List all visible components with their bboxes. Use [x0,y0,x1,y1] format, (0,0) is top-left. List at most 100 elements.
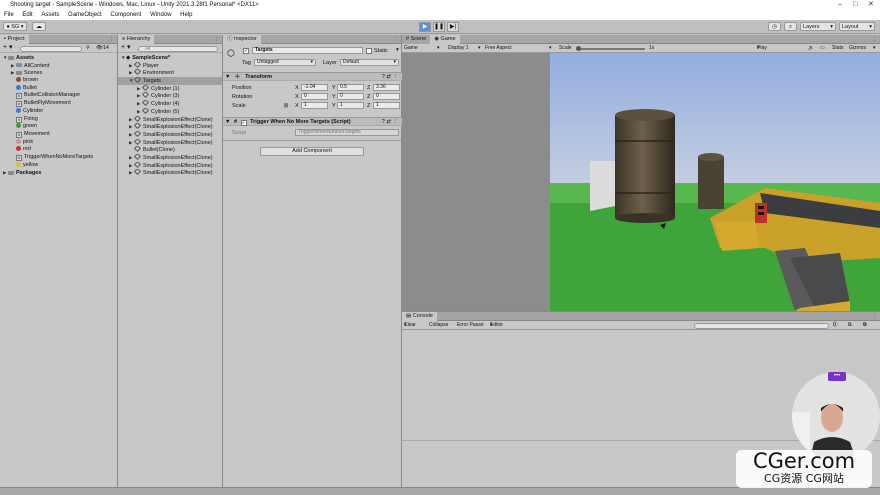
hierarchy-item[interactable]: ▶ SmallExplosionEffect(Clone) [118,130,222,139]
play-button[interactable]: ▶ [419,22,431,32]
hierarchy-item[interactable]: ▶ Cylinder (4) [118,100,222,108]
caret-right-icon[interactable]: ▶ [137,108,142,116]
hierarchy-item[interactable]: ▶ SmallExplosionEffect(Clone) [118,169,222,177]
hierarchy-item[interactable]: Bullet(Clone) [118,146,222,154]
project-item[interactable]: ▶ Packages [0,169,117,177]
hierarchy-item[interactable]: ▶ Environment [118,69,222,77]
clear-button[interactable]: Clear ▾ [404,321,416,330]
maximize-icon[interactable]: □ [853,0,857,10]
menu-gameobject[interactable]: GameObject [68,12,102,18]
rotation-x-field[interactable]: 0 [301,93,328,100]
project-item[interactable]: # Movement [0,131,117,139]
caret-right-icon[interactable]: ▶ [129,131,134,139]
history-button[interactable]: ◷ [768,22,781,31]
caret-right-icon[interactable]: ▶ [129,62,134,70]
project-item[interactable]: ▼ Assets [0,54,117,62]
active-checkbox[interactable]: ✓ [243,48,249,54]
gizmos-button[interactable]: Gizmos [849,44,866,53]
menu-assets[interactable]: Assets [41,12,59,18]
component-menu-icon[interactable]: ? ⇄ ⋮ [382,73,398,81]
caret-down-icon[interactable]: ▼ [129,77,134,85]
scale-x-field[interactable]: 1 [301,102,328,109]
project-item[interactable]: # BulletCollisionManager [0,92,117,100]
minimize-icon[interactable]: – [838,0,842,10]
project-search-input[interactable] [20,45,82,52]
account-button[interactable]: ● SG ▾ [3,22,27,31]
hierarchy-item[interactable]: ▶ Cylinder (3) [118,92,222,100]
project-item[interactable]: pink [0,138,117,147]
tab-project[interactable]: ▪ Project [0,35,29,44]
console-search-input[interactable] [694,322,829,329]
link-icon[interactable]: ⛓ [283,103,289,109]
play-focused-dropdown[interactable]: Play Focused ▾ [757,44,776,60]
project-item[interactable]: Cylinder [0,107,117,116]
mute-icon[interactable]: 🔈 [808,44,814,53]
project-item[interactable]: yellow [0,161,117,170]
caret-right-icon[interactable]: ▶ [129,116,134,124]
panel-menu-icon[interactable]: ⋮ [872,35,877,44]
position-x-field[interactable]: -1.04 [301,84,328,91]
rotation-z-field[interactable]: 0 [373,93,400,100]
scale-z-field[interactable]: 1 [373,102,400,109]
layout-dropdown[interactable]: Layout ▾ [839,22,875,31]
menu-component[interactable]: Component [110,12,141,18]
position-z-field[interactable]: 3.36 [373,84,400,91]
tab-hierarchy[interactable]: ≡ Hierarchy [118,35,155,44]
chevron-down-icon[interactable]: ▾ [396,47,399,53]
caret-right-icon[interactable]: ▶ [129,139,134,147]
hierarchy-item[interactable]: ▶ Cylinder (5) [118,107,222,116]
stats-button[interactable]: Stats [832,44,843,53]
cloud-button[interactable]: ☁ [32,22,46,31]
static-checkbox[interactable] [366,48,372,54]
transform-header[interactable]: ▼ ⊹ Transform ? ⇄ ⋮ [223,72,402,81]
hidden-count[interactable]: 👁⁄14 [96,44,109,53]
script-component-header[interactable]: ▼ # ✓ Trigger When No More Targets (Scri… [223,117,402,126]
game-view[interactable] [550,53,880,311]
project-item[interactable]: brown [0,77,117,85]
ui-icon[interactable]: ▭ [820,44,825,53]
hierarchy-item[interactable]: ▼ Targets [118,77,222,85]
hierarchy-item[interactable]: ▶ SmallExplosionEffect(Clone) [118,161,222,170]
project-item[interactable]: ▶ Scenes [0,69,117,77]
chevron-down-icon[interactable]: ▾ [873,44,876,53]
scale-slider[interactable] [577,47,645,50]
caret-right-icon[interactable]: ▶ [129,162,134,170]
panel-menu-icon[interactable]: ⋮ [393,35,398,44]
position-y-field[interactable]: 0.5 [337,84,364,91]
project-item[interactable]: # BulletFlyMovement [0,100,117,108]
scale-y-field[interactable]: 1 [337,102,364,109]
search-button[interactable]: ⌕ [784,22,797,31]
project-item[interactable]: # Firing [0,116,117,124]
project-item[interactable]: ▶ AllContent [0,62,117,70]
script-enabled-checkbox[interactable]: ✓ [240,120,247,126]
hierarchy-item[interactable]: ▶ Player [118,61,222,70]
layer-dropdown[interactable]: Default ▾ [340,59,399,66]
tab-scene[interactable]: # Scene [402,35,431,44]
project-item[interactable]: red [0,146,117,154]
tab-game[interactable]: ◉ Game [430,35,460,44]
hierarchy-item[interactable]: ▶ SmallExplosionEffect(Clone) [118,123,222,131]
panel-menu-icon[interactable]: ⋮ [109,35,114,44]
collapse-button[interactable]: Collapse [429,321,448,330]
rotation-y-field[interactable]: 0 [337,93,364,100]
add-icon[interactable]: + ▾ [121,44,131,52]
tab-console[interactable]: ▤ Console [402,312,437,321]
error-pause-button[interactable]: Error Pause [457,321,484,330]
filter-icon[interactable]: ⚲ [86,44,90,53]
project-item[interactable]: green [0,123,117,131]
scale-slider-handle[interactable] [576,45,581,51]
layers-dropdown[interactable]: Layers ▾ [800,22,836,31]
project-item[interactable]: Bullet [0,84,117,93]
object-name-field[interactable]: Targets [252,47,363,54]
caret-right-icon[interactable]: ▶ [129,154,134,162]
tag-dropdown[interactable]: Untagged ▾ [254,59,316,66]
close-icon[interactable]: ✕ [868,0,874,10]
menu-window[interactable]: Window [150,12,171,18]
caret-right-icon[interactable]: ▶ [137,85,142,93]
panel-menu-icon[interactable]: ⋮ [872,312,877,321]
add-icon[interactable]: + ▾ [3,44,13,52]
add-component-button[interactable]: Add Component [260,147,364,156]
hierarchy-item[interactable]: ▼◆ SampleScene* [118,54,222,62]
more-options-icon[interactable]: ••• [828,372,846,381]
menu-edit[interactable]: Edit [22,12,32,18]
